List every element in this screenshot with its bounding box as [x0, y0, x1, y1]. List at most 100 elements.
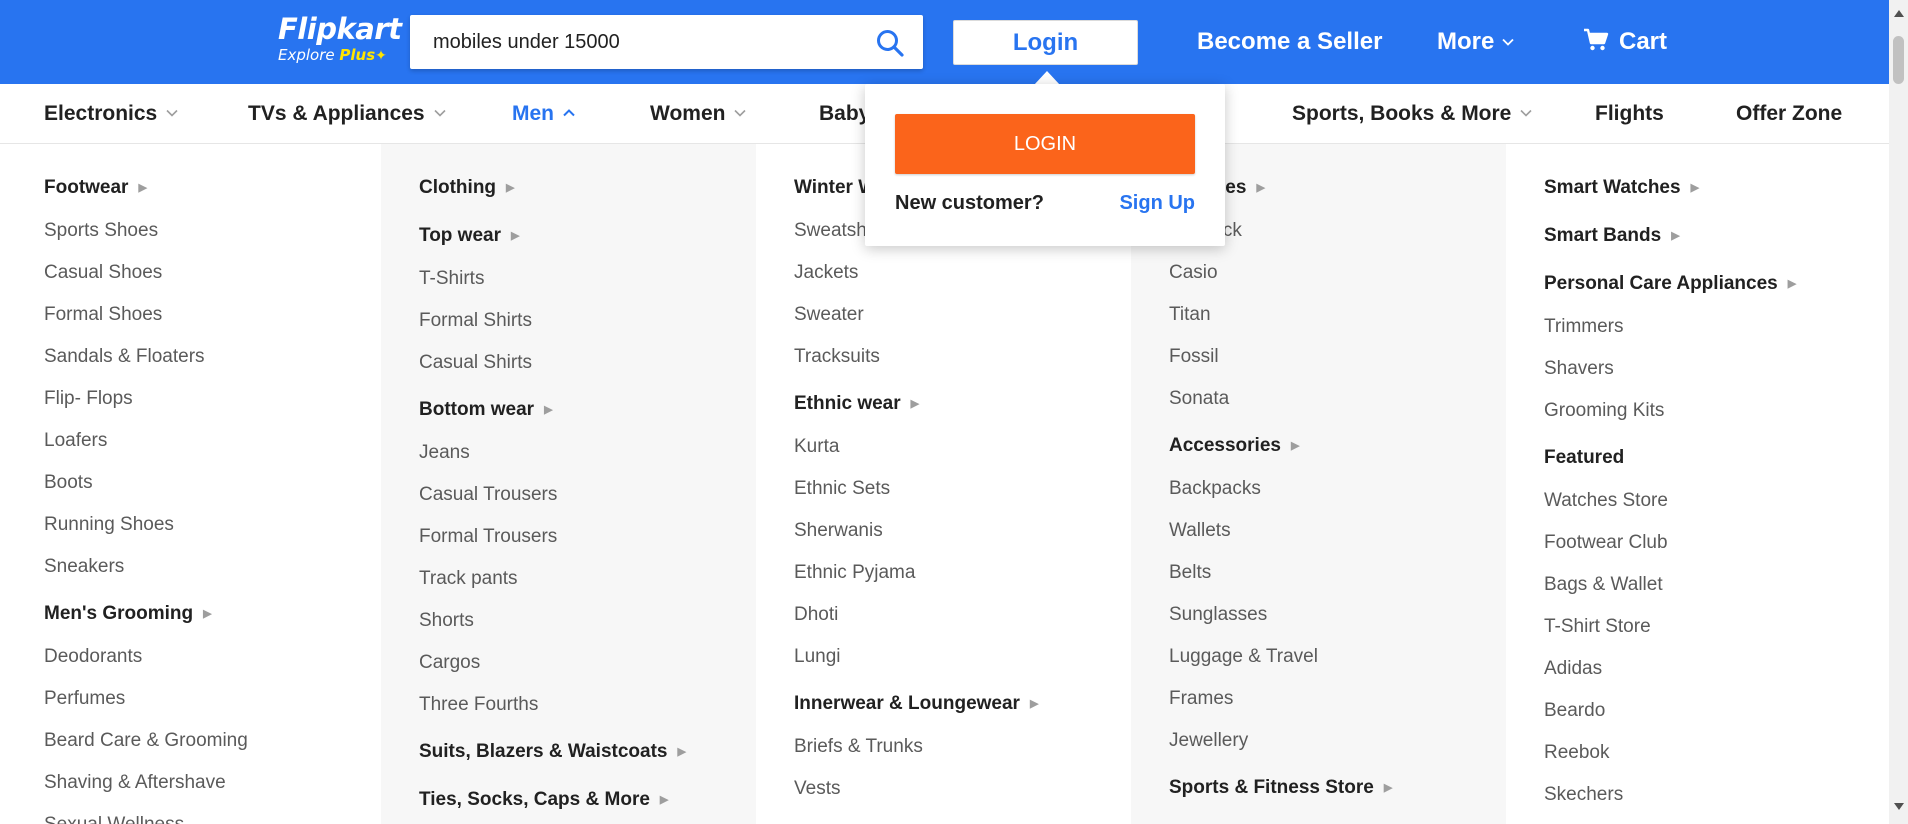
menu-item[interactable]: Fossil — [1169, 336, 1506, 378]
signup-link[interactable]: Sign Up — [1119, 188, 1195, 218]
flipkart-logo[interactable]: Flipkart Explore Plus✦ — [278, 12, 402, 70]
scrollbar-thumb[interactable] — [1893, 36, 1904, 84]
login-button[interactable]: Login — [953, 20, 1138, 65]
menu-item[interactable]: Ethnic Pyjama — [794, 552, 1131, 594]
menu-heading[interactable]: Sports & Fitness Store ▶ — [1169, 766, 1506, 810]
menu-heading[interactable]: Suits, Blazers & Waistcoats ▶ — [419, 730, 756, 774]
menu-item-label: Sports & Fitness Store — [1169, 777, 1374, 798]
menu-item[interactable]: Grooming Kits — [1544, 390, 1881, 432]
menu-item[interactable]: Casio — [1169, 252, 1506, 294]
menu-heading[interactable]: Clothing ▶ — [419, 166, 756, 210]
menu-item[interactable]: Skechers — [1544, 774, 1881, 816]
menu-item[interactable]: Ethnic Sets — [794, 468, 1131, 510]
menu-heading[interactable]: Accessories ▶ — [1169, 424, 1506, 468]
menu-item[interactable]: Vests — [794, 768, 1131, 810]
menu-item[interactable]: Reebok — [1544, 732, 1881, 774]
menu-heading[interactable]: Featured — [1544, 436, 1881, 480]
dropdown-login-button[interactable]: LOGIN — [895, 114, 1195, 174]
category-tvs-appliances[interactable]: TVs & Appliances — [248, 100, 446, 128]
category-baby[interactable]: Baby — [819, 100, 870, 128]
menu-item-label: Casual Shirts — [419, 352, 532, 373]
menu-heading[interactable]: Smart Watches ▶ — [1544, 166, 1881, 210]
menu-item[interactable]: Sherwanis — [794, 510, 1131, 552]
menu-item[interactable]: Adidas — [1544, 648, 1881, 690]
category-sports-books[interactable]: Sports, Books & More — [1292, 100, 1532, 128]
menu-item[interactable]: Bags & Wallet — [1544, 564, 1881, 606]
menu-item[interactable]: Running Shoes — [44, 504, 381, 546]
page-scrollbar[interactable] — [1889, 0, 1908, 824]
menu-item[interactable]: Wallets — [1169, 510, 1506, 552]
scroll-up-arrow-icon[interactable] — [1894, 10, 1904, 17]
menu-item[interactable]: Belts — [1169, 552, 1506, 594]
menu-item[interactable]: Briefs & Trunks — [794, 726, 1131, 768]
category-flights[interactable]: Flights — [1595, 100, 1664, 128]
menu-item[interactable]: Casual Trousers — [419, 474, 756, 516]
menu-item[interactable]: Lungi — [794, 636, 1131, 678]
submenu-arrow-icon: ▶ — [1029, 698, 1039, 710]
search-icon[interactable] — [875, 28, 905, 58]
menu-item[interactable]: Watches Store — [1544, 480, 1881, 522]
menu-item[interactable]: Shavers — [1544, 348, 1881, 390]
menu-item[interactable]: Shorts — [419, 600, 756, 642]
menu-item[interactable]: Kurta — [794, 426, 1131, 468]
menu-item[interactable]: Casual Shoes — [44, 252, 381, 294]
menu-item[interactable]: Luggage & Travel — [1169, 636, 1506, 678]
menu-item[interactable]: Sunglasses — [1169, 594, 1506, 636]
search-input[interactable] — [410, 15, 860, 69]
menu-item[interactable]: Sexual Wellness — [44, 804, 381, 824]
menu-item-label: Luggage & Travel — [1169, 646, 1318, 667]
menu-item[interactable]: Footwear Club — [1544, 522, 1881, 564]
menu-item[interactable]: Boots — [44, 462, 381, 504]
menu-item[interactable]: Beardo — [1544, 690, 1881, 732]
menu-heading[interactable]: Personal Care Appliances ▶ — [1544, 262, 1881, 306]
menu-heading[interactable]: Bottom wear ▶ — [419, 388, 756, 432]
menu-heading[interactable]: Ethnic wear ▶ — [794, 382, 1131, 426]
menu-item[interactable]: Formal Shirts — [419, 300, 756, 342]
more-menu[interactable]: More — [1437, 26, 1514, 58]
menu-item[interactable]: T-Shirts — [419, 258, 756, 300]
menu-item[interactable]: Formal Trousers — [419, 516, 756, 558]
menu-item[interactable]: Trimmers — [1544, 306, 1881, 348]
cart-link[interactable]: Cart — [1583, 26, 1667, 58]
menu-item[interactable]: Frames — [1169, 678, 1506, 720]
menu-item[interactable]: Loafers — [44, 420, 381, 462]
menu-item-label: Men's Grooming — [44, 603, 194, 624]
menu-heading[interactable]: Footwear ▶ — [44, 166, 381, 210]
menu-item[interactable]: Sneakers — [44, 546, 381, 588]
menu-heading[interactable]: Innerwear & Loungewear ▶ — [794, 682, 1131, 726]
menu-item[interactable]: Dhoti — [794, 594, 1131, 636]
category-offer-zone[interactable]: Offer Zone — [1736, 100, 1842, 128]
menu-item[interactable]: T-Shirt Store — [1544, 606, 1881, 648]
menu-item[interactable]: Sonata — [1169, 378, 1506, 420]
become-seller-link[interactable]: Become a Seller — [1197, 26, 1382, 58]
menu-item[interactable]: Jeans — [419, 432, 756, 474]
menu-item[interactable]: Tracksuits — [794, 336, 1131, 378]
category-women[interactable]: Women — [650, 100, 747, 128]
menu-item[interactable]: Backpacks — [1169, 468, 1506, 510]
menu-heading[interactable]: Smart Bands ▶ — [1544, 214, 1881, 258]
menu-item[interactable]: Perfumes — [44, 678, 381, 720]
category-electronics[interactable]: Electronics — [44, 100, 178, 128]
menu-item[interactable]: Sweater — [794, 294, 1131, 336]
menu-item[interactable]: Sports Shoes — [44, 210, 381, 252]
scroll-down-arrow-icon[interactable] — [1894, 803, 1904, 810]
submenu-arrow-icon: ▶ — [203, 608, 212, 620]
menu-item[interactable]: Shaving & Aftershave — [44, 762, 381, 804]
menu-heading[interactable]: Men's Grooming ▶ — [44, 592, 381, 636]
menu-item[interactable]: Casual Shirts — [419, 342, 756, 384]
menu-heading[interactable]: Top wear ▶ — [419, 214, 756, 258]
category-label: Electronics — [44, 102, 158, 125]
menu-item[interactable]: Formal Shoes — [44, 294, 381, 336]
menu-item[interactable]: Three Fourths — [419, 684, 756, 726]
menu-item[interactable]: Jackets — [794, 252, 1131, 294]
menu-item[interactable]: Jewellery — [1169, 720, 1506, 762]
menu-item[interactable]: Beard Care & Grooming — [44, 720, 381, 762]
menu-item[interactable]: Cargos — [419, 642, 756, 684]
menu-item[interactable]: Flip- Flops — [44, 378, 381, 420]
menu-item[interactable]: Deodorants — [44, 636, 381, 678]
menu-item[interactable]: Titan — [1169, 294, 1506, 336]
menu-item[interactable]: Sandals & Floaters — [44, 336, 381, 378]
category-men[interactable]: Men — [512, 100, 575, 128]
menu-item[interactable]: Track pants — [419, 558, 756, 600]
menu-heading[interactable]: Ties, Socks, Caps & More ▶ — [419, 778, 756, 822]
